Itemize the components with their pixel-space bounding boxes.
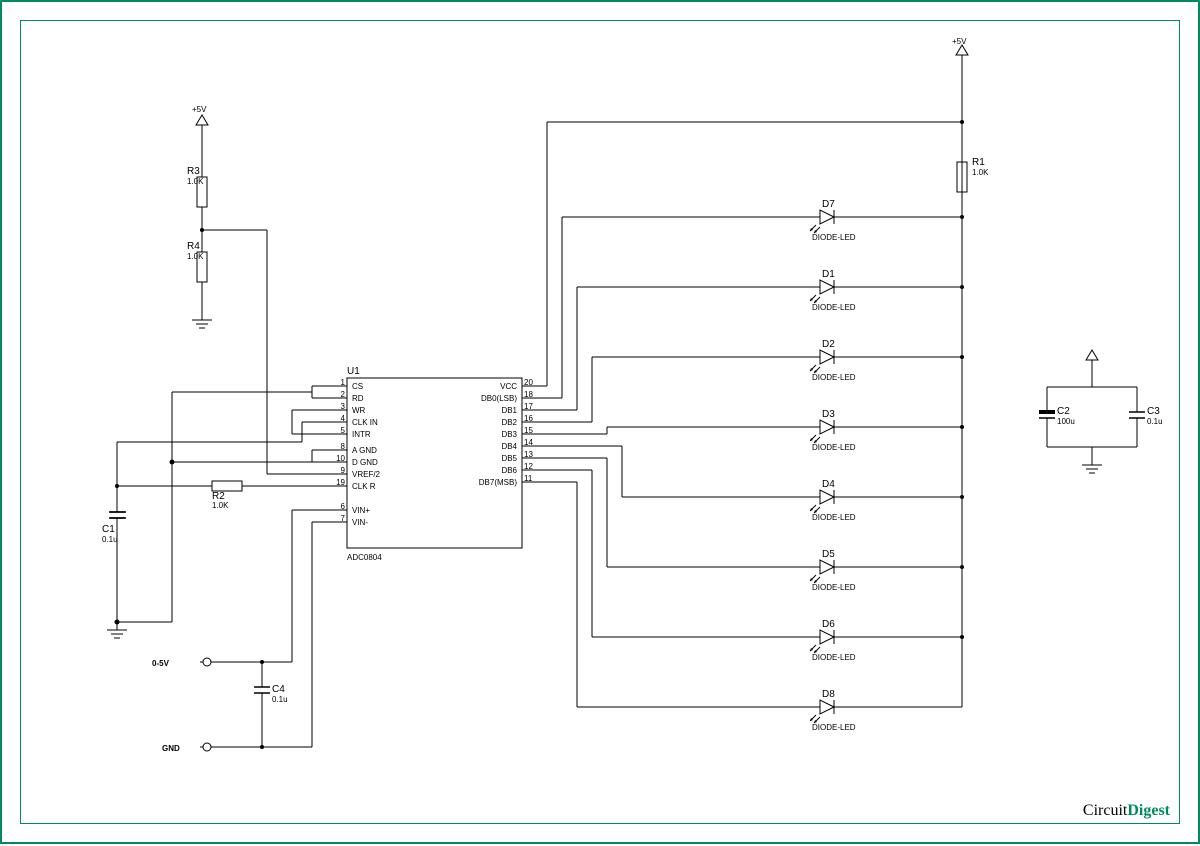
pin-db3: DB3 xyxy=(501,430,517,439)
schematic-svg: U1 ADC0804 CS RD WR CLK IN INTR A GND D … xyxy=(2,2,1200,846)
pin-rd: RD xyxy=(352,394,364,403)
svg-text:D5: D5 xyxy=(822,549,835,560)
pin-vcc: VCC xyxy=(500,382,517,391)
clock-net: R2 1.0K C1 0.1u xyxy=(102,422,327,638)
svg-text:0.1u: 0.1u xyxy=(102,535,118,544)
led-d2: D2 DIODE-LED xyxy=(542,339,964,422)
term-gnd: GND xyxy=(162,744,180,753)
pin-db7: DB7(MSB) xyxy=(479,478,518,487)
led-d4: D4 DIODE-LED xyxy=(542,446,964,522)
watermark: CircuitDigest xyxy=(1083,802,1170,820)
c3-ref: C3 xyxy=(1147,406,1160,417)
svg-text:DIODE-LED: DIODE-LED xyxy=(812,653,856,662)
svg-text:DIODE-LED: DIODE-LED xyxy=(812,443,856,452)
u1-ref: U1 xyxy=(347,366,360,377)
c4-ref: C4 xyxy=(272,684,285,695)
input-terminals: 0-5V GND C4 0.1u xyxy=(152,510,327,753)
svg-text:0.1u: 0.1u xyxy=(272,695,288,704)
svg-text:+5V: +5V xyxy=(952,37,967,46)
term-0-5v: 0-5V xyxy=(152,659,170,668)
pin-db5: DB5 xyxy=(501,454,517,463)
svg-text:1.0K: 1.0K xyxy=(972,168,989,177)
pin-agnd: A GND xyxy=(352,446,377,455)
led-d1: D1 DIODE-LED xyxy=(542,269,964,410)
c1-ref: C1 xyxy=(102,524,115,535)
c2-ref: C2 xyxy=(1057,406,1070,417)
svg-text:DIODE-LED: DIODE-LED xyxy=(812,583,856,592)
pin-clkin: CLK IN xyxy=(352,418,378,427)
vcc-bus: +5V R1 1.0K xyxy=(542,37,989,707)
pin-clkr: CLK R xyxy=(352,482,376,491)
svg-text:D3: D3 xyxy=(822,409,835,420)
pin-db1: DB1 xyxy=(501,406,517,415)
vref-divider: +5V R3 1.0K R4 1.0K xyxy=(187,105,327,474)
r4-ref: R4 xyxy=(187,241,200,252)
u1-part: ADC0804 xyxy=(347,553,382,562)
pin-db2: DB2 xyxy=(501,418,517,427)
svg-text:D4: D4 xyxy=(822,479,835,490)
led-bank: D7 DIODE-LED D1 DIODE-LED xyxy=(542,199,964,732)
svg-text:D6: D6 xyxy=(822,619,835,630)
svg-text:1.0K: 1.0K xyxy=(187,252,204,261)
pin-cs: CS xyxy=(352,382,363,391)
svg-text:D8: D8 xyxy=(822,689,835,700)
svg-text:D2: D2 xyxy=(822,339,835,350)
led-d6: D6 DIODE-LED xyxy=(542,470,964,662)
pin-intr: INTR xyxy=(352,430,371,439)
svg-text:DIODE-LED: DIODE-LED xyxy=(812,303,856,312)
svg-text:100u: 100u xyxy=(1057,417,1075,426)
svg-text:DIODE-LED: DIODE-LED xyxy=(812,233,856,242)
svg-text:+5V: +5V xyxy=(192,105,207,114)
pin-wr: WR xyxy=(352,406,366,415)
pin-dgnd: D GND xyxy=(352,458,378,467)
svg-text:1.0K: 1.0K xyxy=(212,501,229,510)
pin-vinn: VIN- xyxy=(352,518,368,527)
r3-ref: R3 xyxy=(187,166,200,177)
pin-vref: VREF/2 xyxy=(352,470,381,479)
svg-text:D7: D7 xyxy=(822,199,835,210)
svg-text:1.0K: 1.0K xyxy=(187,177,204,186)
led-d7: D7 DIODE-LED xyxy=(542,199,964,398)
led-d5: D5 DIODE-LED xyxy=(542,458,964,592)
svg-text:DIODE-LED: DIODE-LED xyxy=(812,723,856,732)
schematic-frame: U1 ADC0804 CS RD WR CLK IN INTR A GND D … xyxy=(0,0,1200,844)
svg-text:D1: D1 xyxy=(822,269,835,280)
r1-ref: R1 xyxy=(972,157,985,168)
led-d8: D8 DIODE-LED xyxy=(542,482,962,732)
svg-text:DIODE-LED: DIODE-LED xyxy=(812,373,856,382)
pin-db4: DB4 xyxy=(501,442,517,451)
svg-text:DIODE-LED: DIODE-LED xyxy=(812,513,856,522)
pin-vinp: VIN+ xyxy=(352,506,370,515)
pin-db6: DB6 xyxy=(501,466,517,475)
decoupling: C2 100u C3 0.1u xyxy=(1039,350,1163,473)
ic-u1: U1 ADC0804 CS RD WR CLK IN INTR A GND D … xyxy=(327,366,542,562)
svg-text:0.1u: 0.1u xyxy=(1147,417,1163,426)
pin-db0: DB0(LSB) xyxy=(481,394,517,403)
